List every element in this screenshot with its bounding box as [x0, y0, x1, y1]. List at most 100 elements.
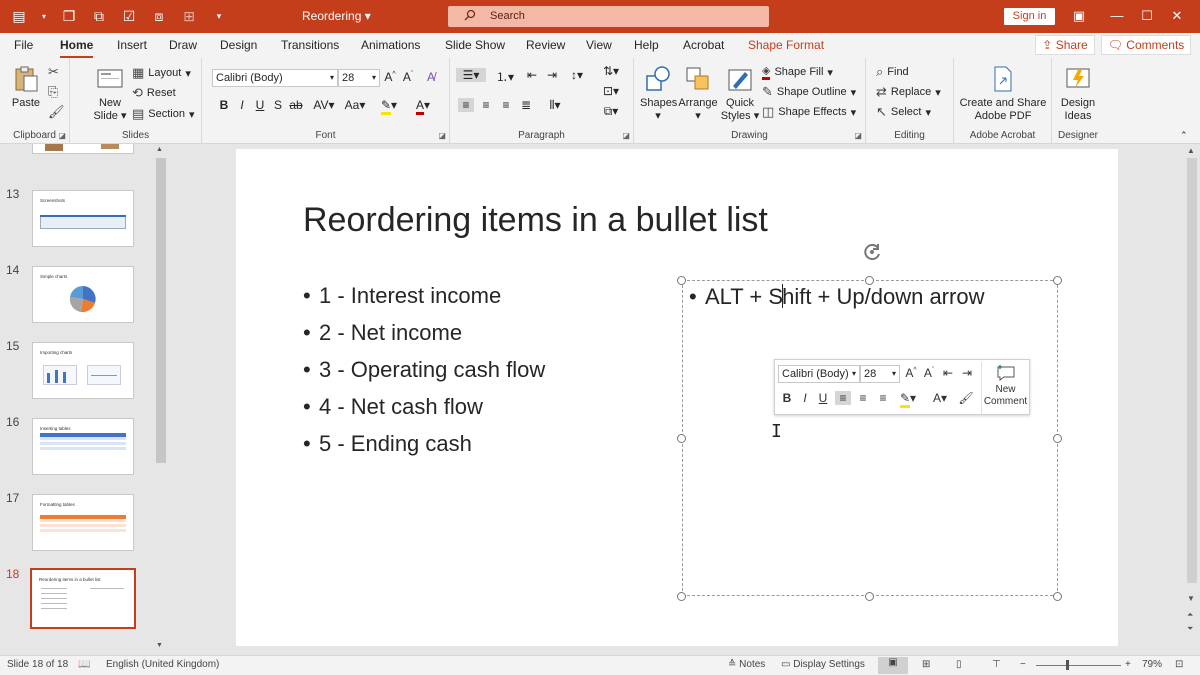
textbox-bullet[interactable]: • ALT + Shift + Up/down arrow: [689, 284, 984, 321]
increase-font-size-icon[interactable]: A^: [382, 70, 398, 84]
scroll-up-icon[interactable]: ▲: [156, 146, 163, 153]
clipboard-launcher-icon[interactable]: ◪: [58, 131, 66, 140]
convert-to-smartart-icon[interactable]: ⧉▾: [598, 104, 624, 119]
tab-review[interactable]: Review: [526, 38, 565, 52]
justify-icon[interactable]: ≣: [518, 98, 534, 112]
mini-decrease-indent-icon[interactable]: ⇤: [940, 366, 956, 380]
bullet-list[interactable]: • 1 - Interest income • 2 - Net income • 3 …: [303, 283, 545, 468]
select-all-icon[interactable]: ☑: [120, 7, 138, 25]
previous-slide-icon[interactable]: ⏶: [1187, 610, 1193, 620]
mini-highlight-color-icon[interactable]: ✎▾: [895, 391, 921, 408]
slide-thumbnail-12[interactable]: [32, 144, 134, 154]
zoom-in-icon[interactable]: +: [1125, 659, 1131, 670]
resize-handle-bottom-left[interactable]: [677, 592, 686, 601]
mini-decrease-font-size-icon[interactable]: Aˇ: [921, 366, 937, 380]
clear-formatting-icon[interactable]: A̸: [423, 70, 439, 84]
scrollbar-thumb[interactable]: [1187, 158, 1197, 583]
scrollbar-thumb[interactable]: [156, 158, 166, 463]
quick-styles-button[interactable]: Quick Styles ▾: [720, 64, 760, 123]
mini-align-center-icon[interactable]: ≡: [855, 391, 871, 405]
align-center-icon[interactable]: ≡: [478, 98, 494, 112]
drawing-launcher-icon[interactable]: ◪: [854, 131, 862, 140]
bold-icon[interactable]: B: [216, 98, 232, 112]
new-comment-button[interactable]: New Comment: [981, 362, 1029, 414]
tab-slide-show[interactable]: Slide Show: [445, 38, 505, 52]
language-indicator[interactable]: English (United Kingdom): [106, 659, 219, 670]
font-launcher-icon[interactable]: ◪: [438, 131, 446, 140]
columns-icon[interactable]: ⫴▾: [542, 98, 568, 113]
resize-handle-bottom-right[interactable]: [1053, 592, 1062, 601]
tab-draw[interactable]: Draw: [169, 38, 197, 52]
customize-qat-icon[interactable]: ▾: [210, 7, 228, 25]
section-button[interactable]: ▤ Section ▾: [132, 106, 195, 122]
accessibility-icon[interactable]: 📖: [78, 659, 90, 670]
mini-font-color-icon[interactable]: A▾: [927, 391, 953, 405]
shape-effects-button[interactable]: ◫ Shape Effects ▾: [762, 104, 856, 120]
slideshow-from-start-icon[interactable]: ▤: [10, 7, 28, 25]
slide-show-icon[interactable]: ⊤: [992, 659, 1001, 670]
mini-increase-font-size-icon[interactable]: A^: [903, 366, 919, 380]
slide-thumbnail-18[interactable]: Reordering items in a bullet list: [30, 568, 136, 629]
ungroup-icon[interactable]: ⊞: [180, 7, 198, 25]
comments-button[interactable]: 🗨 Comments: [1101, 35, 1191, 55]
next-slide-icon[interactable]: ⏷: [1187, 624, 1193, 634]
change-case-icon[interactable]: Aa▾: [342, 98, 368, 112]
shapes-button[interactable]: Shapes ▾: [640, 64, 677, 123]
find-button[interactable]: ⌕ Find: [876, 64, 909, 80]
qat-dropdown-icon[interactable]: ▾: [40, 7, 48, 25]
selected-text-box[interactable]: • ALT + Shift + Up/down arrow: [682, 280, 1058, 596]
mini-align-left-icon[interactable]: ≡: [835, 391, 851, 405]
paragraph-launcher-icon[interactable]: ◪: [622, 131, 630, 140]
align-right-icon[interactable]: ≡: [498, 98, 514, 112]
tab-acrobat[interactable]: Acrobat: [683, 38, 724, 52]
line-spacing-icon[interactable]: ↕▾: [564, 68, 590, 82]
zoom-level[interactable]: 79%: [1142, 659, 1162, 670]
tab-view[interactable]: View: [586, 38, 612, 52]
tab-home[interactable]: Home: [60, 38, 94, 59]
document-title[interactable]: Reordering ▾: [302, 9, 371, 23]
share-button[interactable]: ⇪ Share: [1035, 35, 1095, 55]
mini-font-size-select[interactable]: 28 ▾: [860, 365, 900, 383]
slide-thumbnail-15[interactable]: Importing charts: [32, 342, 134, 399]
underline-icon[interactable]: U: [252, 98, 268, 112]
mini-increase-indent-icon[interactable]: ⇥: [959, 366, 975, 380]
rotate-handle-icon[interactable]: [861, 241, 883, 263]
resize-handle-top-right[interactable]: [1053, 276, 1062, 285]
resize-handle-bottom[interactable]: [865, 592, 874, 601]
zoom-slider-knob[interactable]: [1066, 660, 1069, 670]
close-button[interactable]: ✕: [1162, 6, 1192, 26]
tab-transitions[interactable]: Transitions: [281, 38, 339, 52]
mini-format-painter-icon[interactable]: 🖌: [958, 391, 974, 405]
shape-fill-button[interactable]: ◈ Shape Fill ▾: [762, 64, 833, 80]
decrease-indent-icon[interactable]: ⇤: [524, 68, 540, 82]
tab-help[interactable]: Help: [634, 38, 659, 52]
new-slide-icon[interactable]: ❐: [60, 7, 78, 25]
shadow-icon[interactable]: S: [270, 98, 286, 112]
scroll-down-icon[interactable]: ▼: [1187, 594, 1195, 603]
collapse-ribbon-icon[interactable]: ⌃: [1180, 130, 1188, 141]
align-left-icon[interactable]: ≡: [458, 98, 474, 112]
display-settings-button[interactable]: ▭ Display Settings: [781, 659, 865, 670]
slide-thumbnail-16[interactable]: Inserting tables: [32, 418, 134, 475]
italic-icon[interactable]: I: [234, 98, 250, 112]
mini-italic-icon[interactable]: I: [797, 391, 813, 405]
reading-view-icon[interactable]: ▯: [956, 659, 962, 670]
notes-button[interactable]: ≙ Notes: [728, 659, 765, 670]
fit-to-window-icon[interactable]: ⊡: [1175, 659, 1183, 670]
canvas-scrollbar[interactable]: ▲ ▼ ⏶ ⏷: [1183, 144, 1200, 655]
copy-icon[interactable]: ⎘: [48, 84, 58, 100]
thumbnails-scrollbar[interactable]: ▲ ▼: [154, 144, 168, 655]
shape-outline-button[interactable]: ✎ Shape Outline ▾: [762, 84, 856, 100]
slide-sorter-icon[interactable]: ⊞: [922, 659, 930, 670]
resize-handle-left[interactable]: [677, 434, 686, 443]
zoom-slider-track[interactable]: [1036, 665, 1121, 666]
mini-underline-icon[interactable]: U: [815, 391, 831, 405]
strikethrough-icon[interactable]: ab: [288, 98, 304, 112]
font-size-select[interactable]: 28 ▾: [338, 69, 380, 87]
ribbon-display-options-icon[interactable]: ▣: [1064, 6, 1094, 26]
highlight-color-icon[interactable]: ✎▾: [376, 98, 402, 115]
new-slide-button[interactable]: New Slide ▾: [90, 64, 130, 123]
layout-button[interactable]: ▦ Layout ▾: [132, 65, 191, 81]
text-direction-icon[interactable]: ⇅▾: [598, 64, 624, 78]
zoom-out-icon[interactable]: −: [1020, 659, 1026, 670]
